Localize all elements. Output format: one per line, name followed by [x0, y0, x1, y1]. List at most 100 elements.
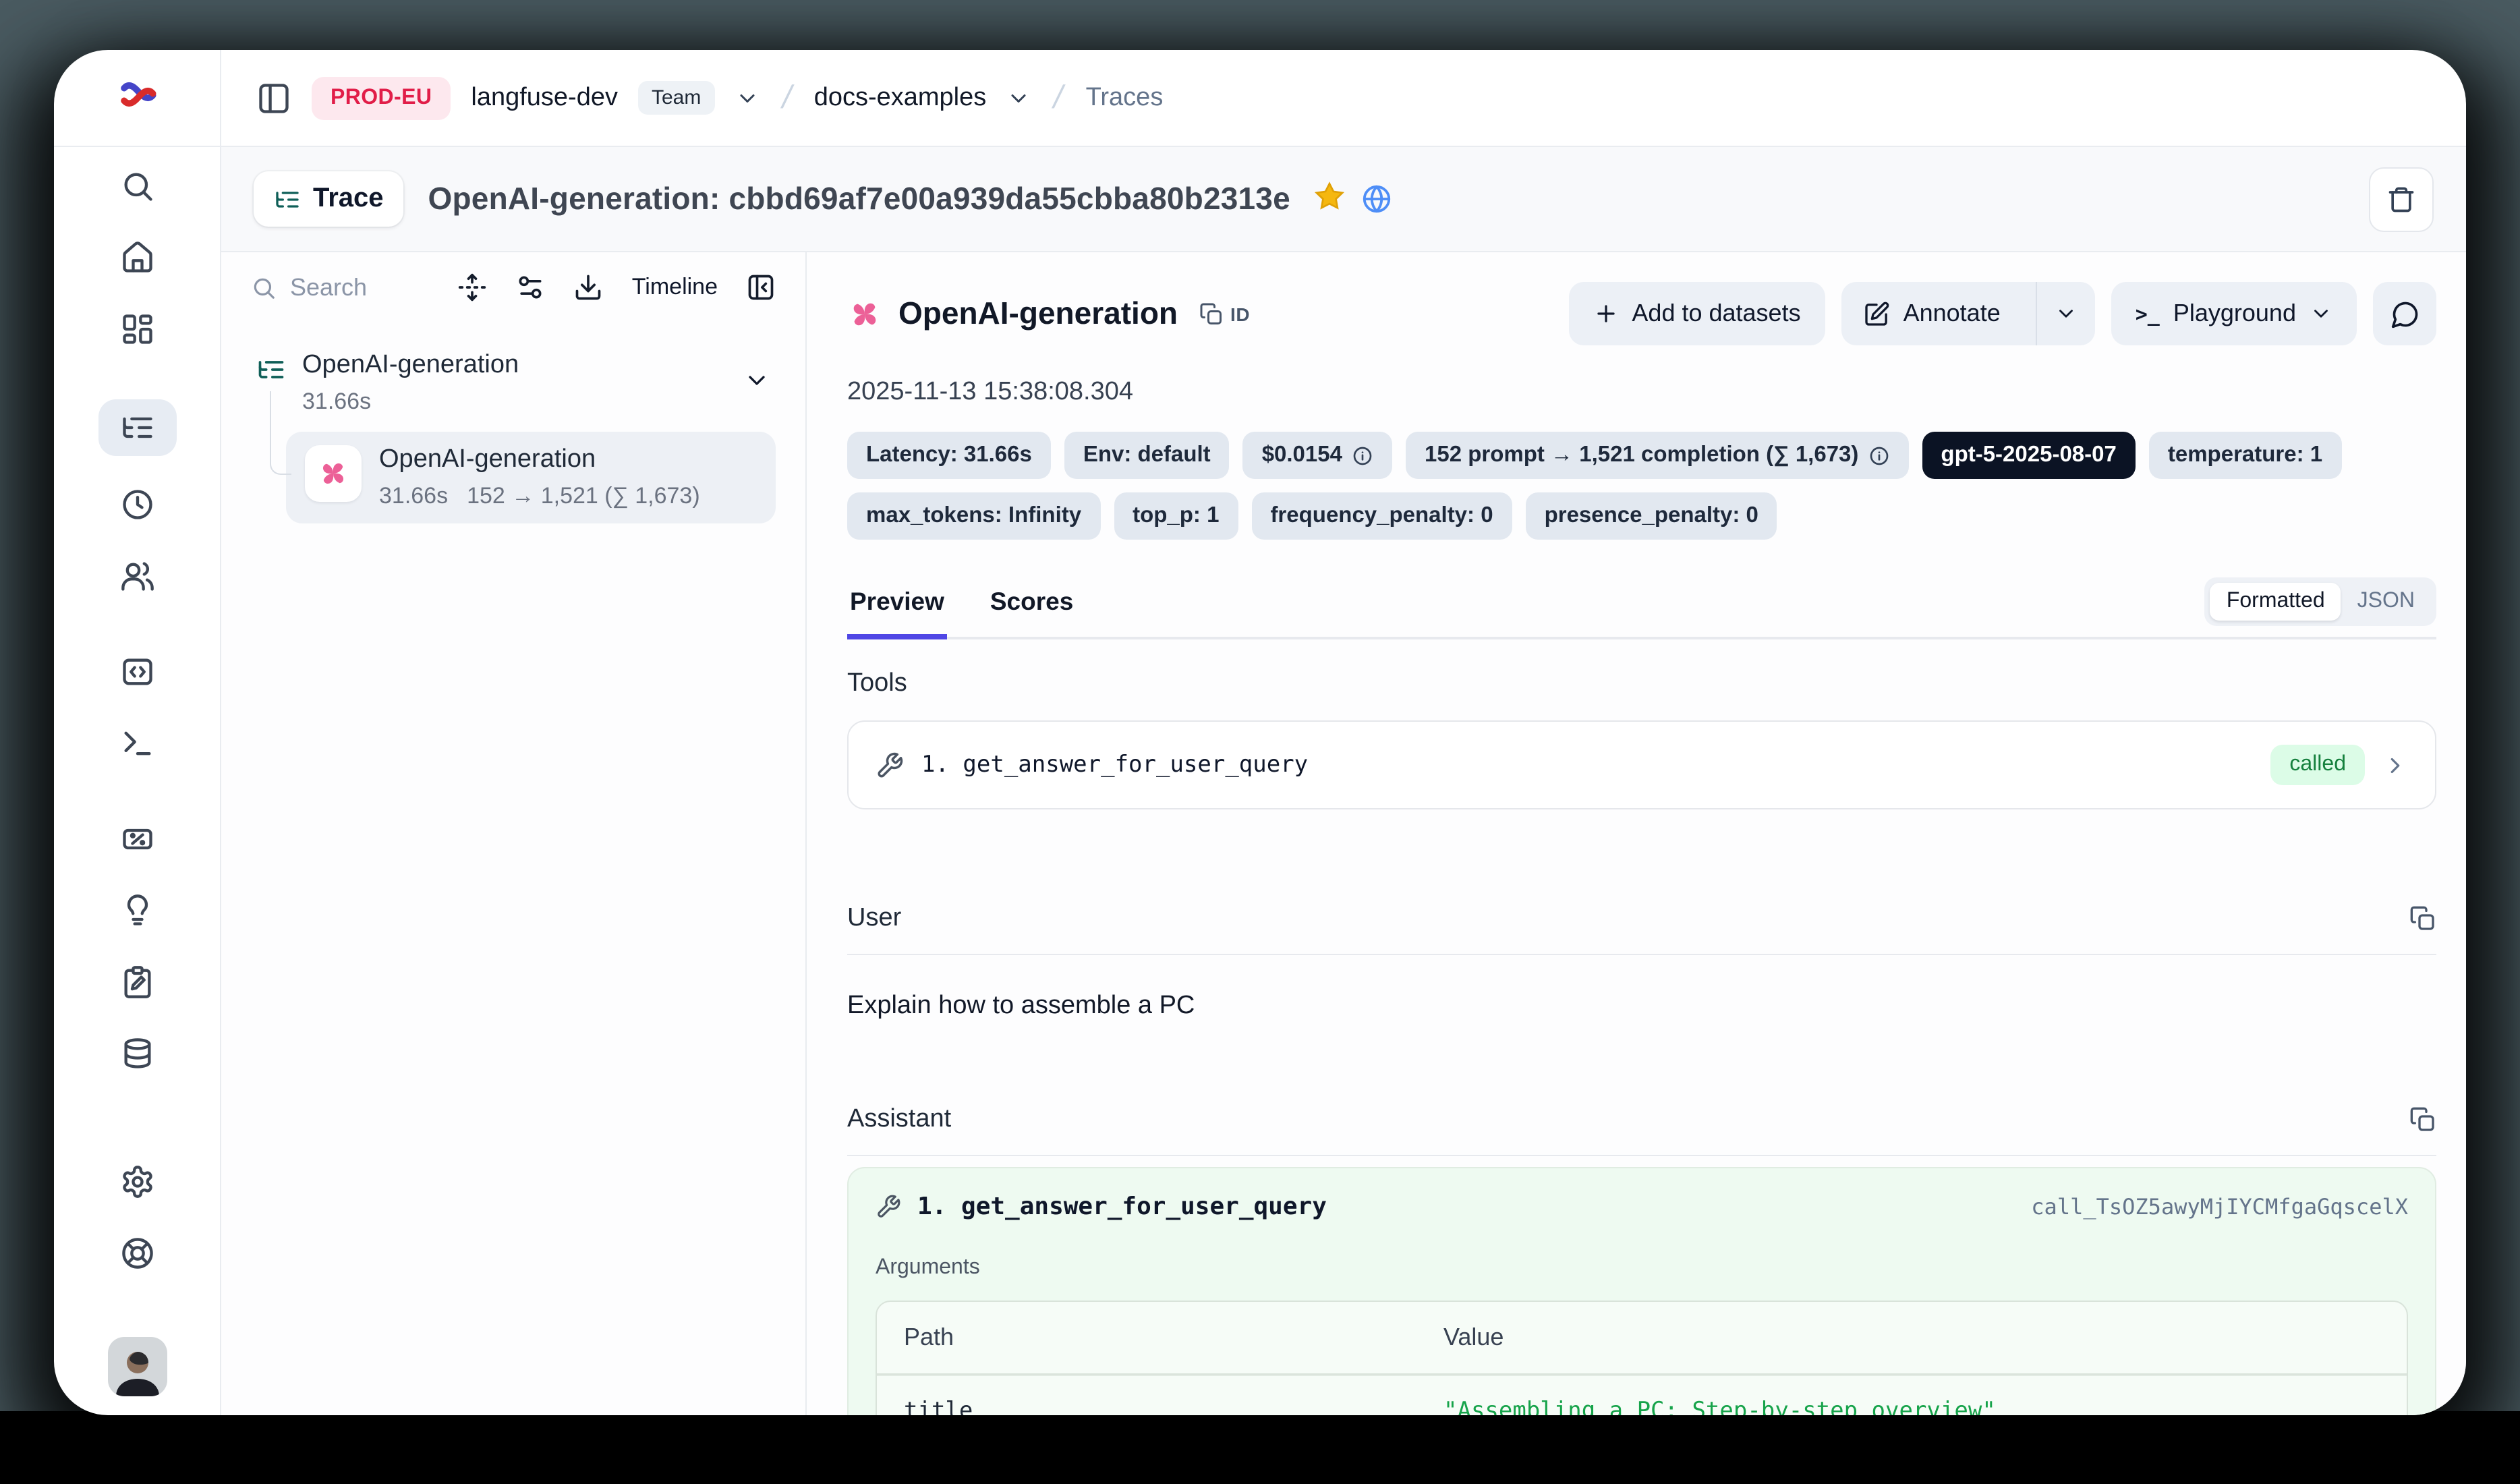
value-column-header: Value [1416, 1302, 2407, 1373]
sessions-clock-icon[interactable] [119, 487, 154, 522]
download-icon[interactable] [574, 273, 604, 302]
chevron-down-icon [2055, 302, 2078, 325]
tree-search[interactable] [251, 273, 414, 302]
copy-id-button[interactable]: ID [1199, 302, 1250, 326]
top-navbar: PROD-EU langfuse-dev Team / docs-example… [221, 50, 2466, 147]
breadcrumb-section[interactable]: Traces [1086, 83, 1164, 113]
tool-definition-card[interactable]: 1. get_answer_for_user_query called [847, 720, 2436, 809]
expand-tool-chevron-icon[interactable] [2382, 752, 2408, 778]
metric-badges-row1: Latency: 31.66s Env: default $0.0154 152… [847, 432, 2436, 479]
observation-timestamp: 2025-11-13 15:38:08.304 [847, 378, 2436, 407]
tree-root-node[interactable]: OpenAI-generation 31.66s [251, 351, 776, 416]
tree-child-node-selected[interactable]: OpenAI-generation 31.66s 152 → 1,521 (∑ … [286, 432, 776, 523]
tool-call-name: 1. get_answer_for_user_query [917, 1193, 1327, 1221]
comment-bubble-icon [2390, 299, 2419, 329]
collapse-panel-icon[interactable] [746, 273, 776, 302]
top-p-badge: top_p: 1 [1114, 492, 1238, 540]
info-icon [1868, 445, 1889, 466]
pen-square-icon [1863, 300, 1890, 327]
tree-toolbar: Timeline [251, 273, 776, 302]
user-avatar[interactable] [107, 1337, 167, 1396]
table-row: title "Assembling a PC: Step-by-step ove… [877, 1375, 2407, 1415]
search-icon[interactable] [119, 169, 154, 204]
info-icon [1352, 445, 1373, 466]
format-formatted[interactable]: Formatted [2210, 583, 2341, 621]
observation-detail-panel: OpenAI-generation ID Add to datasets [807, 252, 2466, 1415]
arguments-table: Path Value title "Assembling a PC: Step-… [876, 1301, 2408, 1415]
breadcrumb-separator: / [1047, 79, 1069, 117]
tool-call-card: 1. get_answer_for_user_query call_TsOZ5a… [847, 1167, 2436, 1415]
id-label: ID [1230, 303, 1250, 324]
format-json[interactable]: JSON [2341, 583, 2431, 621]
playground-terminal-icon[interactable] [119, 726, 154, 761]
bookmark-star-icon[interactable] [1315, 180, 1346, 218]
tools-heading: Tools [847, 669, 2436, 699]
child-node-name: OpenAI-generation [379, 445, 596, 474]
sidebar-toggle-icon[interactable] [256, 80, 291, 115]
tree-search-input[interactable] [290, 273, 414, 302]
lightbulb-icon[interactable] [119, 893, 154, 928]
plus-icon [1593, 301, 1618, 326]
breadcrumb-project[interactable]: docs-examples [814, 83, 987, 113]
metric-badges-row2: max_tokens: Infinity top_p: 1 frequency_… [847, 492, 2436, 540]
frequency-penalty-badge: frequency_penalty: 0 [1251, 492, 1512, 540]
copy-assistant-message-button[interactable] [2409, 1106, 2436, 1133]
dashboard-icon[interactable] [119, 312, 154, 347]
collapse-node-chevron-icon[interactable] [743, 367, 770, 394]
add-to-datasets-button[interactable]: Add to datasets [1568, 282, 1825, 345]
arguments-table-header: Path Value [877, 1302, 2407, 1375]
prompts-icon[interactable] [119, 654, 154, 689]
cost-badge[interactable]: $0.0154 [1243, 432, 1392, 479]
fold-vertical-icon[interactable] [458, 273, 488, 302]
root-node-duration: 31.66s [302, 389, 371, 416]
logo-cell [54, 50, 221, 147]
token-usage-badge[interactable]: 152 prompt → 1,521 completion (∑ 1,673) [1406, 432, 1908, 479]
desktop-background: PROD-EU langfuse-dev Team / docs-example… [0, 0, 2520, 1484]
copy-user-message-button[interactable] [2409, 905, 2436, 932]
user-heading: User [847, 904, 901, 934]
project-chevron-down-icon[interactable] [1006, 86, 1031, 110]
timeline-toggle[interactable]: Timeline [632, 274, 718, 301]
tab-scores[interactable]: Scores [987, 587, 1076, 639]
env-badge: Env: default [1064, 432, 1230, 479]
detail-tabs: Preview Scores Formatted JSON [847, 577, 2436, 639]
support-lifebuoy-icon[interactable] [119, 1236, 154, 1271]
breadcrumb-org[interactable]: langfuse-dev [471, 83, 618, 113]
wrench-icon [876, 751, 904, 779]
trace-type-badge: Trace [254, 171, 404, 227]
tree-connector-line [270, 391, 291, 475]
tracing-nav-active[interactable] [98, 399, 176, 456]
evaluation-icon[interactable] [119, 822, 154, 857]
child-node-tokens: 152 → 1,521 (∑ 1,673) [467, 483, 700, 510]
settings-gear-icon[interactable] [119, 1164, 154, 1199]
assistant-heading: Assistant [847, 1105, 951, 1135]
model-badge[interactable]: gpt-5-2025-08-07 [1922, 432, 2135, 479]
annotate-dropdown-chevron[interactable] [2036, 282, 2095, 345]
org-type-badge: Team [638, 81, 714, 115]
left-icon-rail [54, 147, 221, 1415]
comments-button[interactable] [2373, 282, 2436, 345]
playground-button[interactable]: >_ Playground [2111, 282, 2357, 345]
view-settings-icon[interactable] [516, 273, 546, 302]
datasets-database-icon[interactable] [119, 1036, 154, 1071]
home-icon[interactable] [119, 240, 154, 275]
annotate-button[interactable]: Annotate [1841, 282, 2022, 345]
detail-header: OpenAI-generation ID Add to datasets [847, 282, 2436, 345]
langfuse-logo-icon[interactable] [115, 73, 159, 123]
annotation-queue-icon[interactable] [119, 965, 154, 1000]
users-icon[interactable] [119, 559, 154, 594]
tab-preview[interactable]: Preview [847, 587, 947, 639]
arguments-label: Arguments [876, 1256, 2408, 1280]
public-globe-icon[interactable] [1362, 183, 1393, 215]
format-toggle: Formatted JSON [2205, 577, 2436, 626]
wrench-icon [876, 1194, 901, 1220]
delete-trace-button[interactable] [2369, 167, 2434, 231]
terminal-glyph: >_ [2136, 302, 2160, 326]
copy-icon [2409, 905, 2436, 932]
org-chevron-down-icon[interactable] [735, 86, 759, 110]
preview-scroll-area[interactable]: Tools 1. get_answer_for_user_query calle… [847, 639, 2436, 1415]
app-window: PROD-EU langfuse-dev Team / docs-example… [54, 50, 2466, 1415]
environment-badge[interactable]: PROD-EU [312, 76, 451, 119]
list-tree-icon [256, 355, 286, 384]
list-tree-icon [274, 186, 301, 212]
